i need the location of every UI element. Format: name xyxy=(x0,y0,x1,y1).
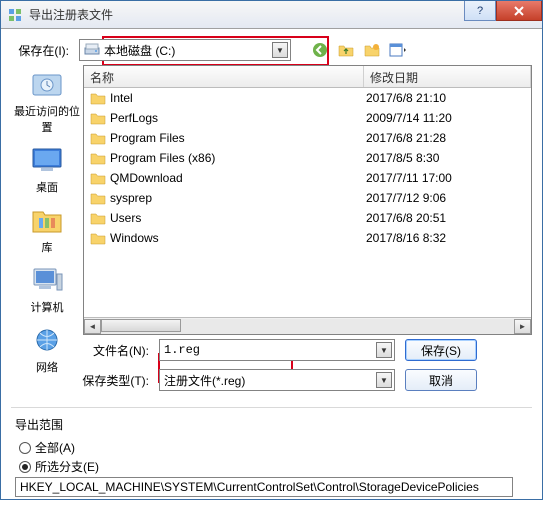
filetype-dropdown[interactable]: 注册文件(*.reg) ▼ xyxy=(159,369,395,391)
file-name: QMDownload xyxy=(110,171,366,185)
filename-label: 文件名(N): xyxy=(81,342,159,359)
library-icon xyxy=(29,205,65,237)
folder-icon xyxy=(90,91,106,105)
file-date: 2017/6/8 21:10 xyxy=(366,91,531,105)
radio-branch-label: 所选分支(E) xyxy=(35,458,99,475)
filetype-value: 注册文件(*.reg) xyxy=(164,372,390,389)
scope-header: 导出范围 xyxy=(15,416,528,433)
desktop-icon xyxy=(29,145,65,177)
file-row[interactable]: Users2017/6/8 20:51 xyxy=(84,208,531,228)
new-folder-icon[interactable] xyxy=(363,41,381,59)
file-date: 2017/8/16 8:32 xyxy=(366,231,531,245)
folder-icon xyxy=(90,231,106,245)
save-in-label: 保存在(I): xyxy=(11,42,79,59)
file-name: Users xyxy=(110,211,366,225)
file-date: 2017/7/12 9:06 xyxy=(366,191,531,205)
column-headers: 名称 修改日期 xyxy=(84,66,531,88)
save-button[interactable]: 保存(S) xyxy=(405,339,477,361)
location-value: 本地磁盘 (C:) xyxy=(104,42,286,59)
toolbar-icons xyxy=(311,41,407,59)
file-row[interactable]: sysprep2017/7/12 9:06 xyxy=(84,188,531,208)
window-buttons: ? xyxy=(464,1,542,21)
file-date: 2017/6/8 20:51 xyxy=(366,211,531,225)
export-scope: 导出范围 全部(A) 所选分支(E) HKEY_LOCAL_MACHINE\SY… xyxy=(1,412,542,505)
radio-all-row[interactable]: 全部(A) xyxy=(19,439,528,456)
filename-value: 1.reg xyxy=(164,343,390,357)
scroll-thumb[interactable] xyxy=(101,319,181,332)
place-desktop-label: 桌面 xyxy=(36,179,58,195)
file-row[interactable]: Program Files (x86)2017/8/5 8:30 xyxy=(84,148,531,168)
file-name: sysprep xyxy=(110,191,366,205)
file-name: Program Files (x86) xyxy=(110,151,366,165)
chevron-down-icon[interactable]: ▼ xyxy=(376,342,392,358)
separator xyxy=(11,407,532,408)
scroll-left-arrow[interactable]: ◄ xyxy=(84,319,101,334)
up-icon[interactable] xyxy=(337,41,355,59)
place-library[interactable]: 库 xyxy=(11,205,83,255)
radio-branch[interactable] xyxy=(19,461,31,473)
place-library-label: 库 xyxy=(42,239,53,255)
place-recent-label: 最近访问的位置 xyxy=(11,103,83,135)
radio-all-label: 全部(A) xyxy=(35,439,75,456)
horizontal-scrollbar[interactable]: ◄ ► xyxy=(84,317,531,334)
file-date: 2017/8/5 8:30 xyxy=(366,151,531,165)
col-date[interactable]: 修改日期 xyxy=(364,66,531,87)
file-date: 2017/6/8 21:28 xyxy=(366,131,531,145)
file-date: 2017/7/11 17:00 xyxy=(366,171,531,185)
window-title: 导出注册表文件 xyxy=(29,6,113,23)
file-name: Program Files xyxy=(110,131,366,145)
place-desktop[interactable]: 桌面 xyxy=(11,145,83,195)
close-button[interactable] xyxy=(496,1,542,21)
file-row[interactable]: PerfLogs2009/7/14 11:20 xyxy=(84,108,531,128)
file-name: PerfLogs xyxy=(110,111,366,125)
scroll-track[interactable] xyxy=(101,319,514,334)
file-name: Intel xyxy=(110,91,366,105)
radio-branch-row[interactable]: 所选分支(E) xyxy=(19,458,528,475)
folder-icon xyxy=(90,131,106,145)
place-computer-label: 计算机 xyxy=(31,299,64,315)
regedit-icon xyxy=(7,7,23,23)
place-computer[interactable]: 计算机 xyxy=(11,265,83,315)
file-list[interactable]: Intel2017/6/8 21:10PerfLogs2009/7/14 11:… xyxy=(84,88,531,317)
drive-icon xyxy=(84,42,100,59)
col-name[interactable]: 名称 xyxy=(84,66,364,87)
file-row[interactable]: Windows2017/8/16 8:32 xyxy=(84,228,531,248)
file-date: 2009/7/14 11:20 xyxy=(366,111,531,125)
file-row[interactable]: QMDownload2017/7/11 17:00 xyxy=(84,168,531,188)
cancel-button[interactable]: 取消 xyxy=(405,369,477,391)
folder-icon xyxy=(90,111,106,125)
file-list-area: 名称 修改日期 Intel2017/6/8 21:10PerfLogs2009/… xyxy=(83,65,532,335)
back-icon[interactable] xyxy=(311,41,329,59)
folder-icon xyxy=(90,151,106,165)
folder-icon xyxy=(90,191,106,205)
branch-path-input[interactable]: HKEY_LOCAL_MACHINE\SYSTEM\CurrentControl… xyxy=(15,477,513,497)
radio-all[interactable] xyxy=(19,442,31,454)
chevron-down-icon[interactable]: ▼ xyxy=(272,42,288,58)
file-row[interactable]: Intel2017/6/8 21:10 xyxy=(84,88,531,108)
folder-icon xyxy=(90,171,106,185)
filetype-label: 保存类型(T): xyxy=(81,372,159,389)
recent-icon xyxy=(29,69,65,101)
file-name: Windows xyxy=(110,231,366,245)
save-in-row: 保存在(I): 本地磁盘 (C:) ▼ xyxy=(11,35,532,65)
places-bar: 最近访问的位置 桌面 库 计算机 网络 xyxy=(11,65,83,335)
file-row[interactable]: Program Files2017/6/8 21:28 xyxy=(84,128,531,148)
folder-icon xyxy=(90,211,106,225)
help-button[interactable]: ? xyxy=(464,1,496,21)
views-icon[interactable] xyxy=(389,41,407,59)
location-dropdown[interactable]: 本地磁盘 (C:) ▼ xyxy=(79,39,291,61)
title-bar: 导出注册表文件 ? xyxy=(1,1,542,29)
filename-input[interactable]: 1.reg ▼ xyxy=(159,339,395,361)
computer-icon xyxy=(29,265,65,297)
scroll-right-arrow[interactable]: ► xyxy=(514,319,531,334)
chevron-down-icon[interactable]: ▼ xyxy=(376,372,392,388)
place-recent[interactable]: 最近访问的位置 xyxy=(11,69,83,135)
